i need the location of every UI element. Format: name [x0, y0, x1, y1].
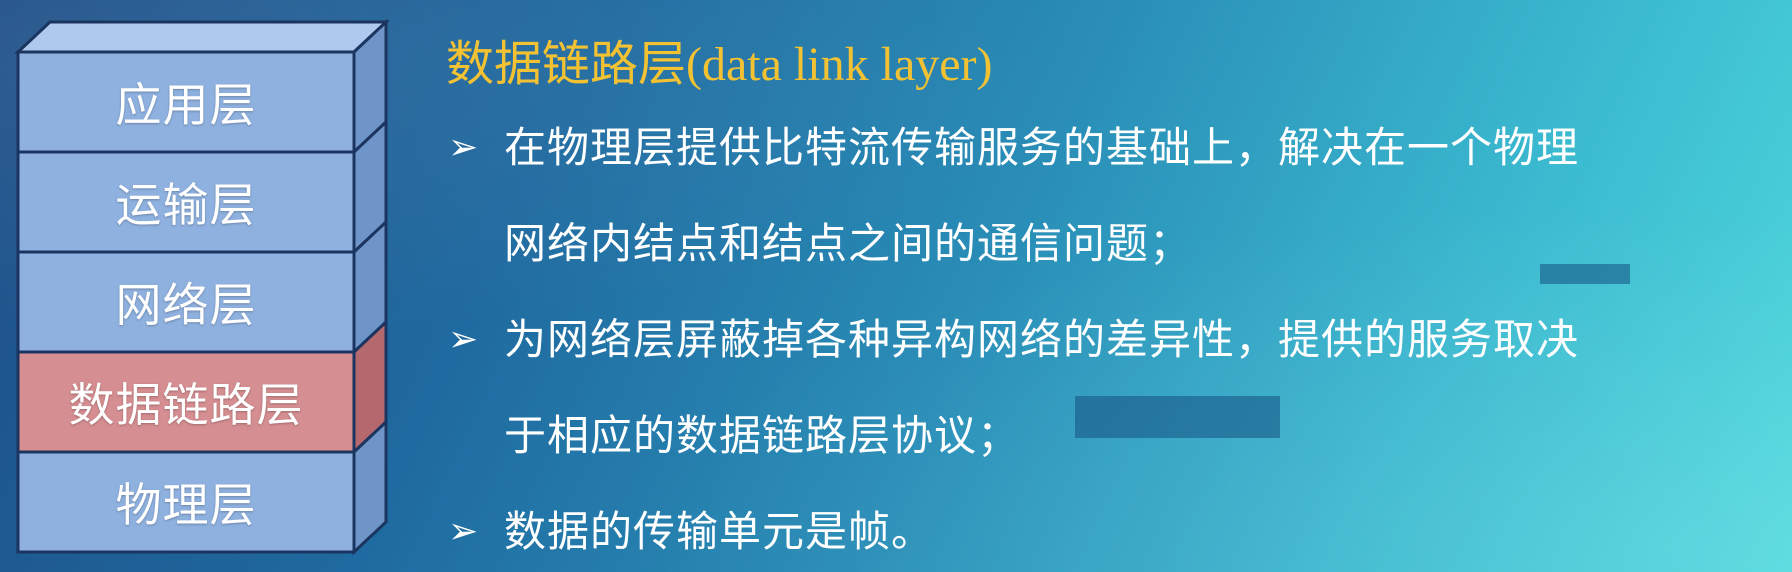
bullet-line: 为网络层屏蔽掉各种异构网络的差异性，提供的服务取决 — [504, 315, 1580, 364]
arrow-right-icon: ➢ — [448, 319, 480, 360]
bullet-list: ➢ 在物理层提供比特流传输服务的基础上，解决在一个物理 网络内结点和结点之间的通… — [446, 100, 1776, 572]
stack-top-face — [14, 20, 390, 54]
bullet-line: 于相应的数据链路层协议； — [504, 411, 1021, 460]
layer-stack: 应用层 运输层 网络层 数据链路层 物理层 — [0, 0, 400, 572]
layer-label-network: 网络层 — [115, 278, 257, 332]
layer-label-transport: 运输层 — [115, 178, 257, 232]
content-panel: 数据链路层(data link layer) ➢ 在物理层提供比特流传输服务的基… — [446, 30, 1776, 572]
arrow-right-icon: ➢ — [448, 127, 480, 168]
layer-label-application: 应用层 — [115, 78, 257, 132]
bullet-item: ➢ 为网络层屏蔽掉各种异构网络的差异性，提供的服务取决 于相应的数据链路层协议； — [446, 292, 1776, 484]
bullet-item: ➢ 数据的传输单元是帧。 — [446, 484, 1776, 572]
layer-label-physical: 物理层 — [115, 478, 257, 532]
bullet-item: ➢ 在物理层提供比特流传输服务的基础上，解决在一个物理 网络内结点和结点之间的通… — [446, 100, 1776, 292]
arrow-right-icon: ➢ — [448, 511, 480, 552]
bullet-line: 数据的传输单元是帧。 — [504, 507, 935, 556]
section-title: 数据链路层(data link layer) — [446, 38, 993, 91]
bullet-line: 网络内结点和结点之间的通信问题； — [504, 219, 1193, 268]
bullet-line: 在物理层提供比特流传输服务的基础上，解决在一个物理 — [504, 123, 1580, 172]
layer-label-datalink: 数据链路层 — [68, 378, 304, 432]
